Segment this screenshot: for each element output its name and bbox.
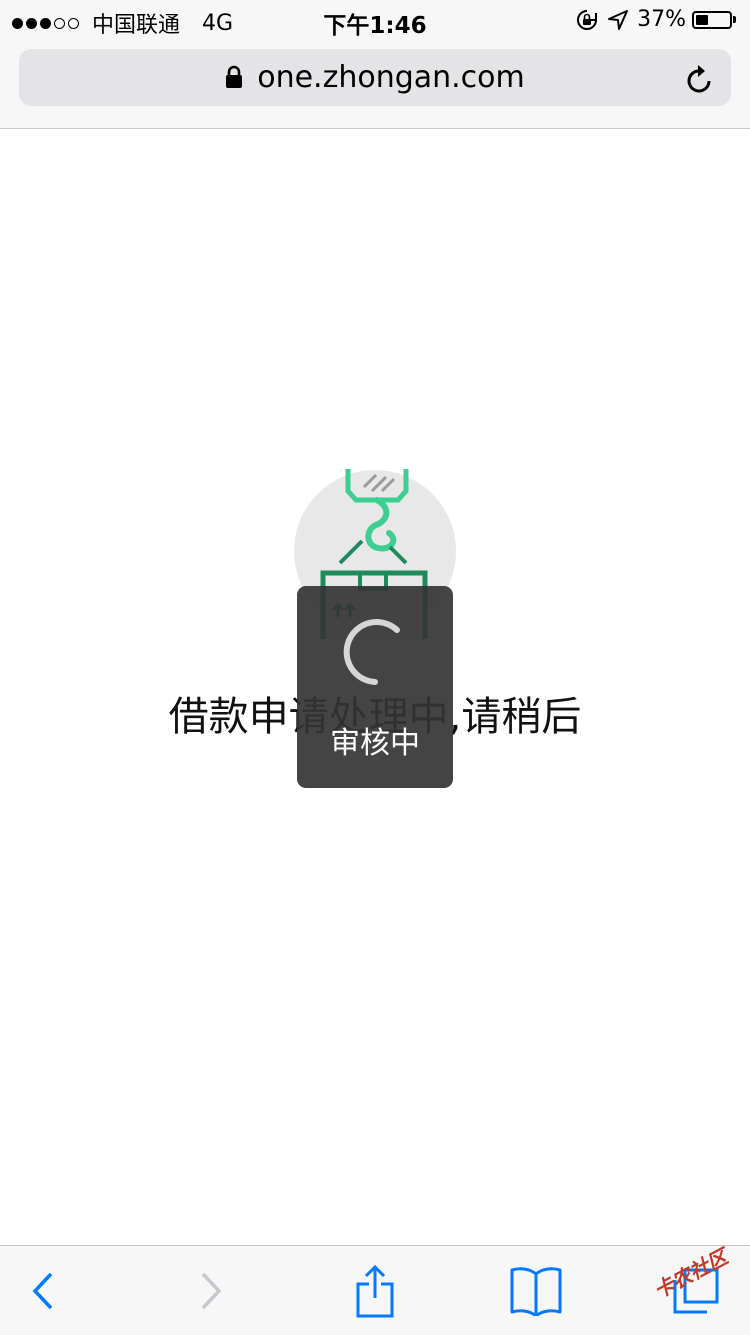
forward-button[interactable] [186,1246,236,1335]
loading-toast: 审核中 [297,586,453,788]
battery-fill [696,14,708,25]
book-icon [510,1266,562,1316]
address-field[interactable]: one.zhongan.com [19,49,731,106]
battery-icon [692,10,732,29]
status-bar: 中国联通 4G 下午1:46 37% [0,0,750,40]
browser-toolbar [0,1245,750,1335]
back-button[interactable] [18,1246,68,1335]
share-button[interactable] [350,1246,400,1335]
bookmarks-button[interactable] [506,1246,566,1335]
status-right: 37% [575,7,736,32]
lock-icon [226,65,243,88]
share-icon [356,1264,394,1317]
loading-label: 审核中 [330,726,420,761]
reload-icon[interactable] [685,63,715,95]
location-arrow-icon [608,9,629,30]
spinner-icon [343,619,400,685]
page-content: 借款申请处理中,请稍后 审核中 [0,129,750,1245]
chevron-right-icon [201,1272,222,1309]
address-bar-area: one.zhongan.com [0,40,750,129]
chevron-left-icon [32,1272,53,1309]
rotation-lock-icon [577,9,598,30]
battery-percent: 37% [637,7,686,32]
url-text: one.zhongan.com [257,60,525,95]
